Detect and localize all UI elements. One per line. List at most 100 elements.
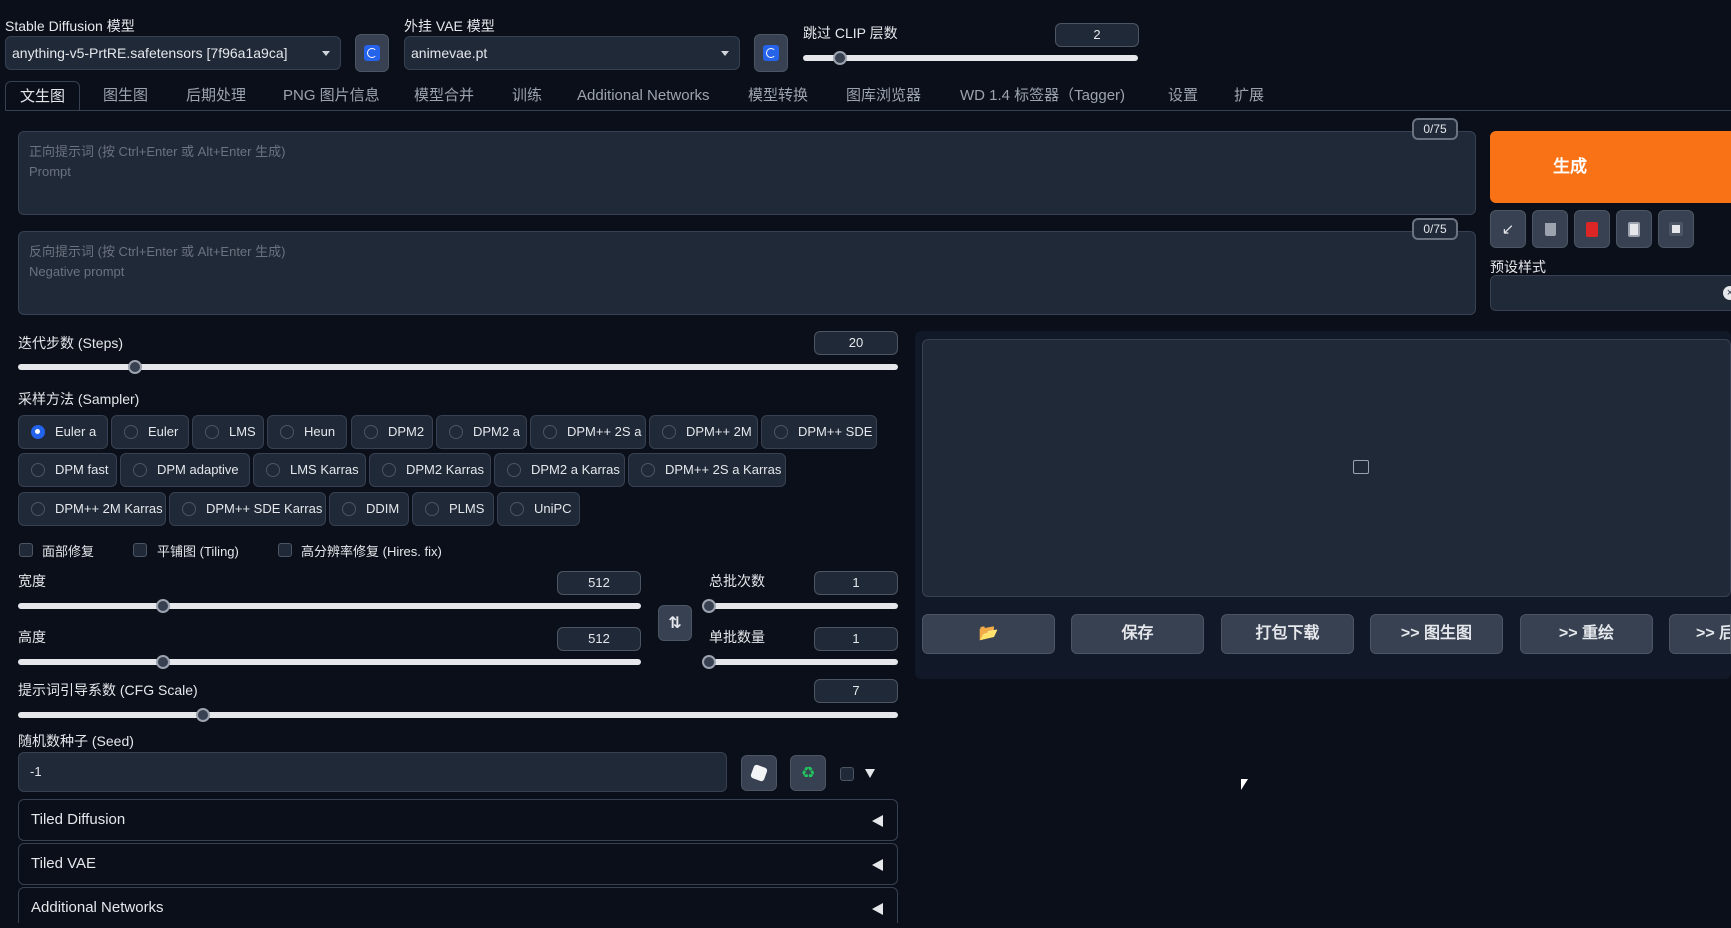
tiling-checkbox[interactable]	[133, 543, 147, 557]
slider-thumb[interactable]	[156, 599, 171, 613]
generate-button[interactable]: 生成	[1490, 131, 1731, 203]
sampler-option-dpmpp-2m-karras[interactable]: DPM++ 2M Karras	[18, 492, 166, 526]
sampler-option-heun[interactable]: Heun	[267, 415, 347, 449]
sampler-option-euler-a[interactable]: Euler a	[18, 415, 108, 449]
sampler-option-euler[interactable]: Euler	[111, 415, 189, 449]
tab-tagger[interactable]: WD 1.4 标签器（Tagger)	[946, 81, 1139, 111]
batch-size-number[interactable]: 1	[814, 627, 898, 651]
accordion-tiled-diffusion[interactable]: Tiled Diffusion	[18, 799, 898, 841]
batch-count-number[interactable]: 1	[814, 571, 898, 595]
slider-thumb[interactable]	[702, 599, 716, 613]
sampler-option-label: DPM++ 2M Karras	[55, 501, 163, 516]
face-restore-checkbox[interactable]	[19, 543, 33, 557]
show-extra-networks-button[interactable]	[1574, 210, 1610, 248]
sampler-option-dpmpp-2s-a[interactable]: DPM++ 2S a	[530, 415, 646, 449]
tab-extras[interactable]: 后期处理	[172, 81, 260, 111]
tab-extensions[interactable]: 扩展	[1220, 81, 1278, 111]
tab-checkpoint-merger[interactable]: 模型合并	[400, 81, 488, 111]
output-gallery[interactable]	[922, 339, 1731, 597]
sampler-option-dpm2-a-karras[interactable]: DPM2 a Karras	[494, 453, 625, 487]
tab-settings[interactable]: 设置	[1154, 81, 1212, 111]
radio-dot	[124, 425, 138, 439]
slider-thumb[interactable]	[195, 708, 210, 722]
expand-triangle-icon[interactable]	[865, 769, 875, 778]
save-button[interactable]: 保存	[1071, 614, 1204, 654]
tab-image-browser[interactable]: 图库浏览器	[832, 81, 935, 111]
sd-model-select[interactable]: anything-v5-PrtRE.safetensors [7f96a1a9c…	[5, 36, 341, 70]
height-number[interactable]: 512	[557, 627, 641, 651]
clip-skip-slider[interactable]	[803, 51, 1138, 65]
swap-dimensions-button[interactable]: ⇅	[658, 605, 692, 641]
radio-dot	[774, 425, 788, 439]
sampler-option-dpm-fast[interactable]: DPM fast	[18, 453, 117, 487]
sampler-option-plms[interactable]: PLMS	[412, 492, 494, 526]
clear-styles-icon[interactable]: ×	[1723, 286, 1731, 300]
tab-train[interactable]: 训练	[498, 81, 556, 111]
steps-number[interactable]: 20	[814, 331, 898, 355]
sampler-option-unipc[interactable]: UniPC	[497, 492, 580, 526]
sampler-option-dpm2-a[interactable]: DPM2 a	[436, 415, 527, 449]
open-folder-button[interactable]: 📂	[922, 614, 1055, 654]
sampler-option-lms-karras[interactable]: LMS Karras	[253, 453, 366, 487]
refresh-sd-button[interactable]	[355, 34, 389, 72]
tab-img2img[interactable]: 图生图	[89, 81, 162, 111]
tab-model-convert[interactable]: 模型转换	[734, 81, 822, 111]
sampler-option-dpmpp-2m[interactable]: DPM++ 2M	[649, 415, 758, 449]
save-style-button[interactable]	[1658, 210, 1694, 248]
width-slider[interactable]	[18, 599, 641, 613]
apply-style-button[interactable]	[1616, 210, 1652, 248]
clip-skip-number[interactable]: 2	[1055, 23, 1139, 47]
prompt-textarea[interactable]: 正向提示词 (按 Ctrl+Enter 或 Alt+Enter 生成) Prom…	[18, 131, 1476, 215]
extra-seed-checkbox[interactable]	[840, 767, 854, 781]
slider-thumb[interactable]	[832, 51, 847, 65]
batch-count-slider[interactable]	[702, 599, 898, 613]
sampler-option-dpm2-karras[interactable]: DPM2 Karras	[369, 453, 491, 487]
clear-prompt-button[interactable]	[1532, 210, 1568, 248]
sampler-option-dpm2[interactable]: DPM2	[351, 415, 433, 449]
height-slider[interactable]	[18, 655, 641, 669]
slider-thumb[interactable]	[156, 655, 171, 669]
zip-download-button[interactable]: 打包下载	[1221, 614, 1354, 654]
arrow-icon: ↙	[1501, 221, 1515, 238]
sampler-option-label: DPM adaptive	[157, 462, 239, 477]
sampler-option-label: DPM2 Karras	[406, 462, 485, 477]
sampler-option-label: DPM++ SDE Karras	[206, 501, 323, 516]
radio-dot	[182, 502, 196, 516]
slider-thumb[interactable]	[128, 360, 143, 374]
tab-additional-networks[interactable]: Additional Networks	[563, 81, 724, 111]
chevron-down-icon	[322, 51, 330, 56]
sd-model-value: anything-v5-PrtRE.safetensors [7f96a1a9c…	[12, 45, 288, 61]
seed-input[interactable]: -1	[18, 752, 727, 792]
vae-model-select[interactable]: animevae.pt	[404, 36, 740, 70]
slider-thumb[interactable]	[702, 655, 716, 669]
tab-png-info[interactable]: PNG 图片信息	[269, 81, 394, 111]
accordion-additional-networks[interactable]: Additional Networks	[18, 887, 898, 923]
sampler-option-ddim[interactable]: DDIM	[329, 492, 409, 526]
send-to-inpaint-button[interactable]: >> 重绘	[1520, 614, 1653, 654]
negative-placeholder-en: Negative prompt	[29, 264, 125, 279]
sampler-option-dpm-adaptive[interactable]: DPM adaptive	[120, 453, 250, 487]
tab-txt2img[interactable]: 文生图	[5, 81, 81, 111]
cfg-number[interactable]: 7	[814, 679, 898, 703]
paste-params-button[interactable]: ↙	[1490, 210, 1526, 248]
random-seed-button[interactable]	[741, 755, 777, 791]
clipboard-icon	[1628, 221, 1640, 237]
sampler-option-dpmpp-sde[interactable]: DPM++ SDE	[761, 415, 877, 449]
sampler-option-label: DPM fast	[55, 462, 109, 477]
reuse-seed-button[interactable]: ♻	[790, 755, 826, 791]
send-to-img2img-button[interactable]: >> 图生图	[1370, 614, 1503, 654]
accordion-tiled-vae[interactable]: Tiled VAE	[18, 843, 898, 885]
cfg-slider[interactable]	[18, 708, 898, 722]
styles-dropdown[interactable]: ×	[1490, 275, 1731, 311]
sampler-option-lms[interactable]: LMS	[192, 415, 264, 449]
prompt-token-counter: 0/75	[1412, 118, 1458, 140]
hires-fix-checkbox[interactable]	[278, 543, 292, 557]
refresh-vae-button[interactable]	[754, 34, 788, 72]
send-to-extras-button[interactable]: >> 后期	[1669, 614, 1731, 654]
sampler-option-dpmpp-sde-karras[interactable]: DPM++ SDE Karras	[169, 492, 326, 526]
sampler-option-dpmpp-2s-a-karras[interactable]: DPM++ 2S a Karras	[628, 453, 786, 487]
width-number[interactable]: 512	[557, 571, 641, 595]
steps-slider[interactable]	[18, 360, 898, 374]
batch-size-slider[interactable]	[702, 655, 898, 669]
negative-prompt-textarea[interactable]: 反向提示词 (按 Ctrl+Enter 或 Alt+Enter 生成) Nega…	[18, 231, 1476, 315]
